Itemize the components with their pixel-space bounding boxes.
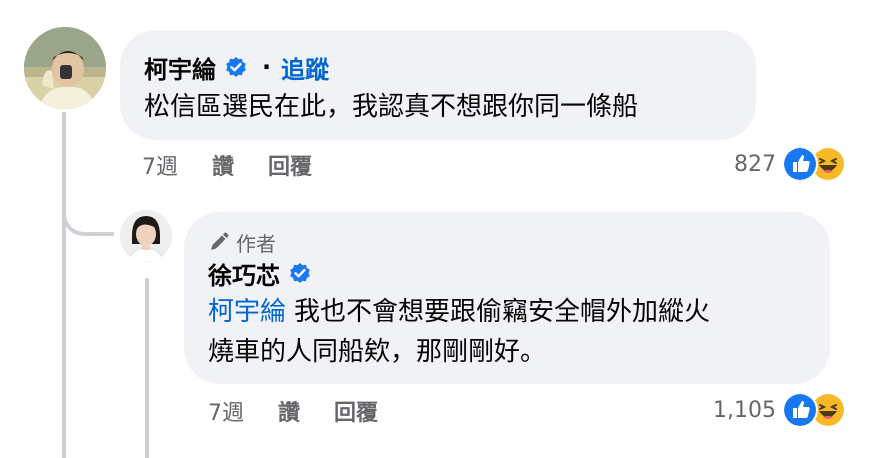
mention-link[interactable]: 柯宇綸 xyxy=(208,297,286,327)
reply-actions: 7週 讚 回覆 xyxy=(208,394,412,428)
separator-dot: · xyxy=(262,53,272,81)
comment-reactions[interactable]: 827 xyxy=(734,146,846,182)
reply-author-name[interactable]: 徐巧芯 xyxy=(208,256,280,291)
commenter-avatar-image xyxy=(24,27,106,109)
comment-timestamp[interactable]: 7週 xyxy=(142,149,178,181)
author-badge: 作者 xyxy=(208,228,806,256)
reply-button[interactable]: 回覆 xyxy=(268,149,312,181)
thread-connector-curve xyxy=(62,196,114,236)
follow-link[interactable]: 追蹤 xyxy=(281,50,329,85)
thread-line-reply xyxy=(145,278,149,458)
comment-author-row: 柯宇綸 · 追蹤 xyxy=(144,50,732,84)
verified-badge-icon xyxy=(288,261,312,285)
author-avatar-image xyxy=(120,210,172,262)
reply-reaction-count: 1,105 xyxy=(713,397,776,423)
reply-reply-button[interactable]: 回覆 xyxy=(334,395,378,427)
reply-like-button[interactable]: 讚 xyxy=(278,395,300,427)
commenter-avatar[interactable] xyxy=(24,27,106,109)
reply-text-line-2: 燒車的人同船欸，那剛剛好。 xyxy=(208,337,547,367)
like-button[interactable]: 讚 xyxy=(212,149,234,181)
thread-line-main xyxy=(62,112,66,458)
verified-badge-icon xyxy=(224,55,248,79)
comment-text: 松信區選民在此，我認真不想跟你同一條船 xyxy=(144,92,639,122)
comment-actions: 7週 讚 回覆 xyxy=(142,148,346,182)
reply-author-row: 徐巧芯 xyxy=(208,256,806,290)
like-reaction-icon xyxy=(782,392,818,428)
comment-author-name[interactable]: 柯宇綸 xyxy=(144,50,216,85)
reply-bubble: 作者 徐巧芯 柯宇綸 我也不會想要跟偷竊安全帽外加縱火 燒車的人同船欸，那剛剛好。 xyxy=(184,212,830,384)
reply-timestamp[interactable]: 7週 xyxy=(208,395,244,427)
author-avatar[interactable] xyxy=(120,210,172,262)
pen-icon xyxy=(211,232,229,250)
reply-text-part-1: 我也不會想要跟偷竊安全帽外加縱火 xyxy=(294,297,711,327)
comment-bubble: 柯宇綸 · 追蹤 松信區選民在此，我認真不想跟你同一條船 xyxy=(120,30,756,140)
reply-text-line-1: 柯宇綸 我也不會想要跟偷竊安全帽外加縱火 xyxy=(208,292,806,332)
reply-reactions[interactable]: 1,105 xyxy=(713,392,846,428)
reply-text: 柯宇綸 我也不會想要跟偷竊安全帽外加縱火 燒車的人同船欸，那剛剛好。 xyxy=(208,292,806,372)
reaction-count: 827 xyxy=(734,151,776,177)
author-badge-label: 作者 xyxy=(236,231,276,256)
like-reaction-icon xyxy=(782,146,818,182)
